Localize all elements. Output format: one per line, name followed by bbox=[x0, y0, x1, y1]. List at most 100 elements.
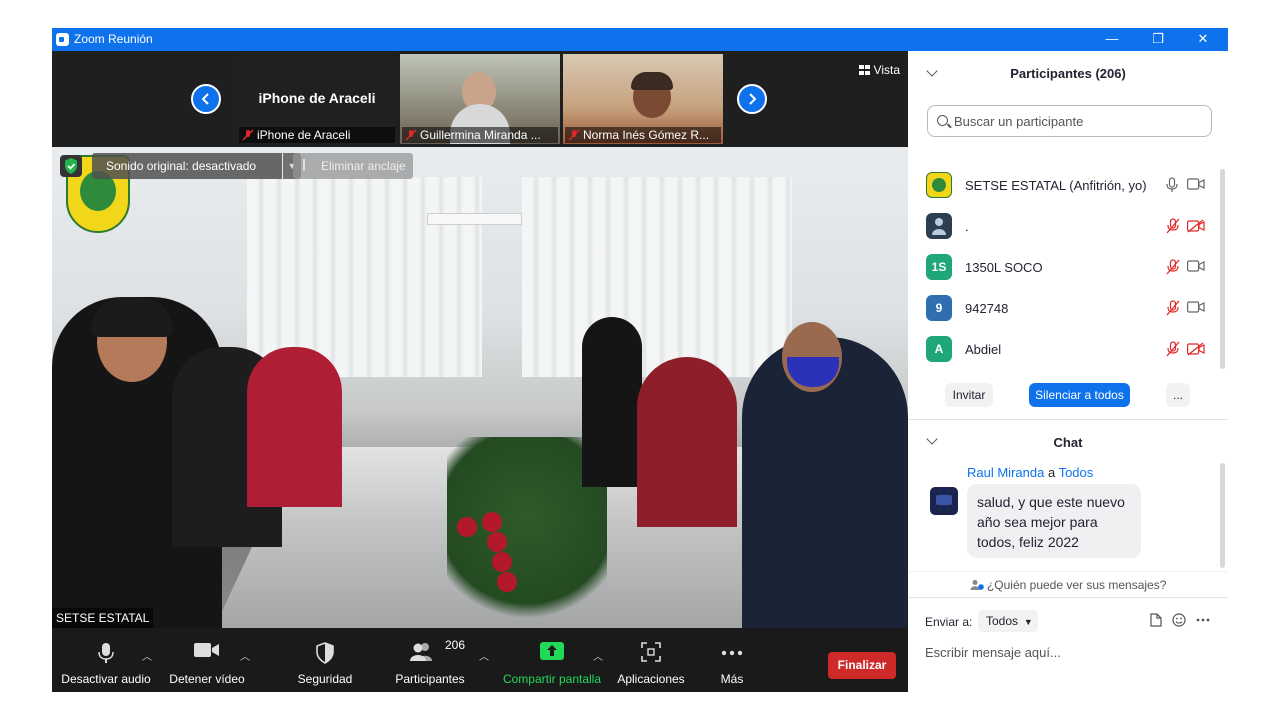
avatar bbox=[926, 213, 952, 239]
microphone-icon bbox=[98, 643, 114, 663]
ornament bbox=[457, 517, 477, 537]
mute-audio-button[interactable]: Desactivar audio bbox=[60, 628, 152, 692]
participants-button[interactable]: 206 Participantes bbox=[388, 628, 472, 692]
thumbnail-strip: iPhone de Araceli iPhone de Araceli Guil… bbox=[52, 51, 908, 147]
chat-title: Chat bbox=[1053, 435, 1083, 450]
mic-muted-icon[interactable] bbox=[1166, 300, 1180, 316]
audio-options-caret[interactable]: ︿ bbox=[142, 648, 152, 663]
chat-message-sender: Raul Miranda a Todos bbox=[967, 465, 1094, 480]
mute-all-button[interactable]: Silenciar a todos bbox=[1029, 383, 1130, 407]
microphone-icon[interactable] bbox=[1166, 177, 1178, 193]
security-shield-icon bbox=[60, 155, 82, 177]
video-camera-icon[interactable] bbox=[1187, 301, 1205, 313]
participants-icon bbox=[409, 643, 432, 661]
apps-button[interactable]: Aplicaciones bbox=[614, 628, 688, 692]
strip-prev-button[interactable] bbox=[191, 84, 221, 114]
participant-search[interactable] bbox=[927, 105, 1212, 137]
apps-icon bbox=[641, 642, 661, 662]
video-options-caret[interactable]: ︿ bbox=[240, 648, 250, 663]
tile-name-label: Norma Inés Gómez R... bbox=[565, 127, 721, 143]
video-off-icon[interactable] bbox=[1187, 342, 1205, 356]
video-tile-norma[interactable]: Norma Inés Gómez R... bbox=[563, 54, 723, 144]
share-screen-icon bbox=[540, 642, 564, 660]
chevron-right-icon bbox=[749, 93, 757, 105]
more-button[interactable]: Más bbox=[708, 628, 756, 692]
end-meeting-button[interactable]: Finalizar bbox=[828, 652, 896, 679]
strip-next-button[interactable] bbox=[737, 84, 767, 114]
send-to-dropdown[interactable]: Todos ▼ bbox=[978, 610, 1038, 632]
restore-button[interactable]: ❐ bbox=[1135, 28, 1181, 51]
more-dots-icon[interactable] bbox=[1196, 618, 1210, 622]
stop-video-button[interactable]: Detener vídeo bbox=[164, 628, 250, 692]
shield-icon bbox=[316, 642, 334, 664]
participants-scrollbar[interactable] bbox=[1220, 169, 1225, 369]
view-button[interactable]: Vista bbox=[859, 63, 900, 77]
chat-message-bubble: salud, y que este nuevo año sea mejor pa… bbox=[967, 484, 1141, 558]
original-sound-toggle[interactable]: Sonido original: desactivado bbox=[92, 153, 282, 179]
participant-row[interactable]: . bbox=[908, 206, 1220, 247]
sender-name[interactable]: Raul Miranda bbox=[967, 465, 1044, 480]
curtain-right bbox=[522, 177, 792, 377]
participant-row[interactable]: A Abdiel bbox=[908, 329, 1220, 370]
mic-muted-icon[interactable] bbox=[1166, 259, 1180, 275]
tile-name-label: Guillermina Miranda ... bbox=[402, 127, 558, 143]
avatar: A bbox=[926, 336, 952, 362]
chat-divider bbox=[908, 571, 1228, 572]
participant-search-input[interactable] bbox=[954, 112, 1204, 130]
file-icon[interactable] bbox=[1150, 613, 1162, 627]
ornament bbox=[487, 532, 507, 552]
send-to-row: Enviar a: Todos ▼ bbox=[925, 610, 1215, 634]
participant-row[interactable]: 1S 1350L SOCO bbox=[908, 247, 1220, 288]
participants-options-caret[interactable]: ︿ bbox=[479, 648, 489, 663]
video-area: iPhone de Araceli iPhone de Araceli Guil… bbox=[52, 51, 908, 628]
video-camera-icon[interactable] bbox=[1187, 178, 1205, 190]
panel-divider bbox=[908, 419, 1228, 420]
video-camera-icon[interactable] bbox=[1187, 260, 1205, 272]
side-panel: Participantes (206) SETSE ESTATAL (Anfit… bbox=[908, 51, 1228, 692]
chat-input-divider bbox=[908, 597, 1228, 598]
video-off-icon[interactable] bbox=[1187, 219, 1205, 233]
avatar bbox=[926, 172, 952, 198]
search-icon bbox=[937, 115, 948, 126]
ornament bbox=[497, 572, 517, 592]
zoom-window: Zoom Reunión — ❐ ✕ iPhone de Araceli iPh… bbox=[52, 28, 1228, 692]
chevron-left-icon bbox=[201, 93, 209, 105]
chat-scrollbar[interactable] bbox=[1220, 463, 1225, 568]
pin-icon bbox=[303, 159, 311, 171]
window-title: Zoom Reunión bbox=[74, 32, 153, 46]
title-bar: Zoom Reunión — ❐ ✕ bbox=[52, 28, 1228, 51]
main-speaker-video: Sonido original: desactivado ▼ Eliminar … bbox=[52, 147, 908, 628]
attendee-saxophonist bbox=[582, 317, 642, 487]
security-button[interactable]: Seguridad bbox=[288, 628, 362, 692]
grid-view-icon bbox=[859, 65, 871, 75]
share-screen-button[interactable]: Compartir pantalla bbox=[500, 628, 604, 692]
mic-muted-icon bbox=[242, 129, 254, 141]
participant-actions: Invitar Silenciar a todos ... bbox=[908, 381, 1228, 411]
emoji-icon[interactable] bbox=[1172, 613, 1186, 627]
speaker-name-label: SETSE ESTATAL bbox=[52, 608, 154, 628]
avatar: 1S bbox=[926, 254, 952, 280]
attendee bbox=[247, 347, 342, 507]
air-conditioner bbox=[427, 213, 522, 225]
mic-muted-icon[interactable] bbox=[1166, 341, 1180, 357]
minimize-button[interactable]: — bbox=[1089, 28, 1135, 51]
participants-count: 206 bbox=[445, 638, 466, 652]
who-can-see-link[interactable]: ¿Quién puede ver sus mensajes? bbox=[908, 578, 1228, 592]
unpin-button[interactable]: Eliminar anclaje bbox=[293, 153, 413, 179]
mic-muted-icon bbox=[405, 129, 417, 141]
participant-row[interactable]: SETSE ESTATAL (Anfitrión, yo) bbox=[908, 165, 1220, 206]
invite-button[interactable]: Invitar bbox=[945, 383, 993, 407]
video-tile-guillermina[interactable]: Guillermina Miranda ... bbox=[400, 54, 560, 144]
recipient-name: Todos bbox=[1058, 465, 1094, 480]
video-camera-icon bbox=[194, 643, 219, 657]
share-options-caret[interactable]: ︿ bbox=[593, 648, 603, 663]
chat-message-input[interactable] bbox=[925, 641, 1215, 663]
mic-muted-icon[interactable] bbox=[1166, 218, 1180, 234]
video-tile-araceli[interactable]: iPhone de Araceli iPhone de Araceli bbox=[237, 54, 397, 144]
participant-row[interactable]: 9 942748 bbox=[908, 288, 1220, 329]
close-button[interactable]: ✕ bbox=[1180, 28, 1226, 51]
ornament bbox=[482, 512, 502, 532]
participants-more-button[interactable]: ... bbox=[1166, 383, 1190, 407]
participants-title: Participantes (206) bbox=[1010, 66, 1126, 81]
chat-header: Chat bbox=[908, 423, 1228, 459]
